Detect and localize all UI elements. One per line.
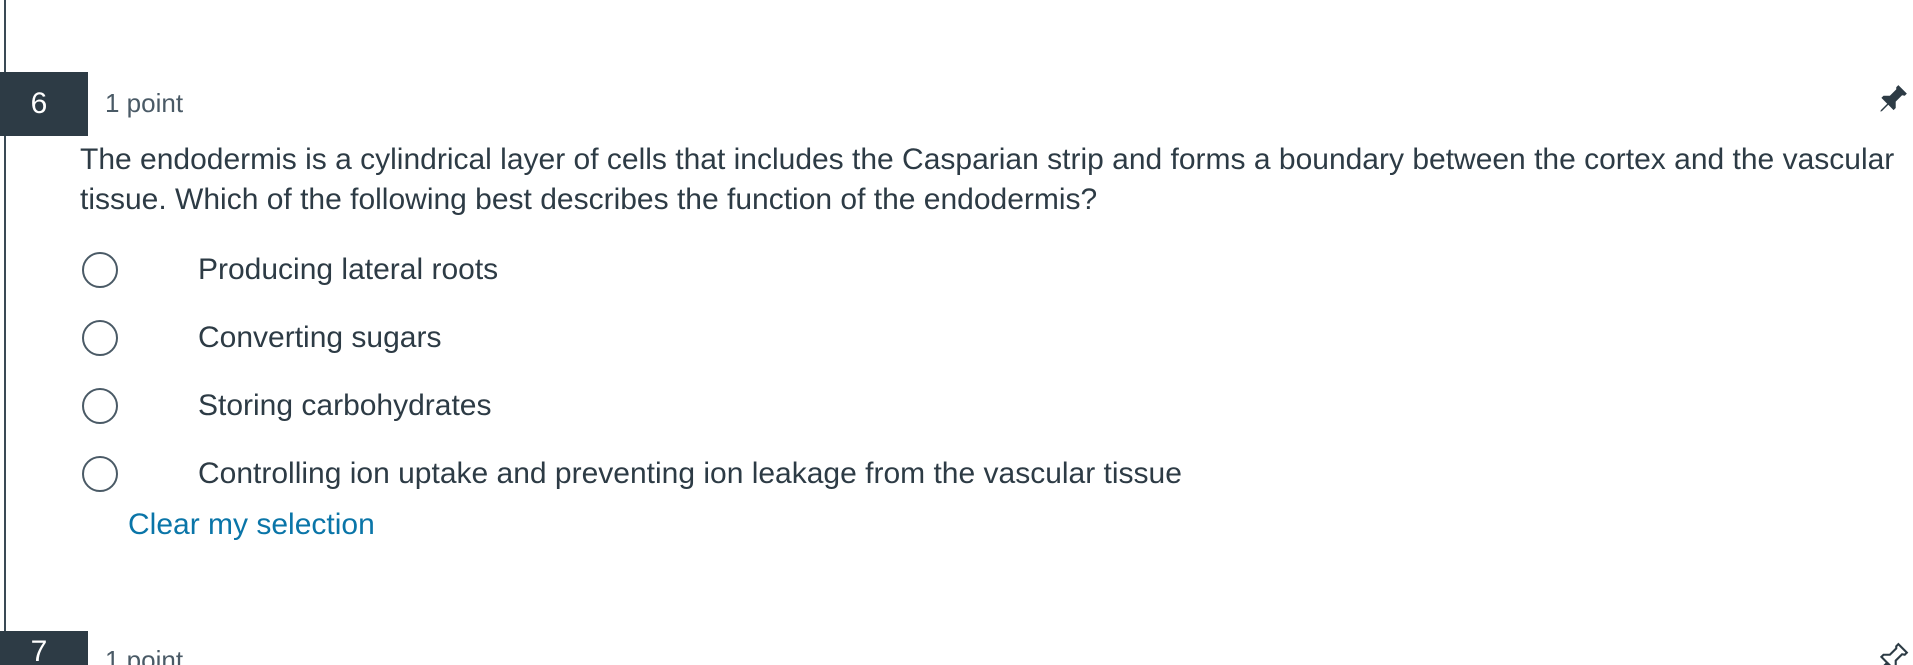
answer-option[interactable]: Converting sugars <box>80 304 1880 372</box>
pin-icon[interactable] <box>1874 82 1910 118</box>
radio-button[interactable] <box>82 320 118 356</box>
question-text: The endodermis is a cylindrical layer of… <box>80 143 1895 216</box>
answer-label[interactable]: Storing carbohydrates <box>198 389 492 423</box>
clear-selection-link[interactable]: Clear my selection <box>128 508 375 542</box>
question-number: 7 <box>0 631 88 665</box>
answer-label[interactable]: Producing lateral roots <box>198 253 498 287</box>
answer-option[interactable]: Storing carbohydrates <box>80 372 1880 440</box>
answer-option[interactable]: Controlling ion uptake and preventing io… <box>80 440 1880 508</box>
radio-button[interactable] <box>82 388 118 424</box>
quiz-page: 6 1 point The endodermis is a cylindrica… <box>0 0 1913 665</box>
question-points: 1 point <box>105 88 184 118</box>
pin-outline-icon[interactable] <box>1874 641 1910 665</box>
answer-label[interactable]: Controlling ion uptake and preventing io… <box>198 457 1182 491</box>
question-points: 1 point <box>105 645 184 665</box>
answer-label[interactable]: Converting sugars <box>198 321 441 355</box>
question-number: 6 <box>0 72 88 136</box>
radio-button[interactable] <box>82 456 118 492</box>
answer-option[interactable]: Producing lateral roots <box>80 236 1880 304</box>
answer-list: Producing lateral roots Converting sugar… <box>80 236 1880 508</box>
radio-button[interactable] <box>82 252 118 288</box>
